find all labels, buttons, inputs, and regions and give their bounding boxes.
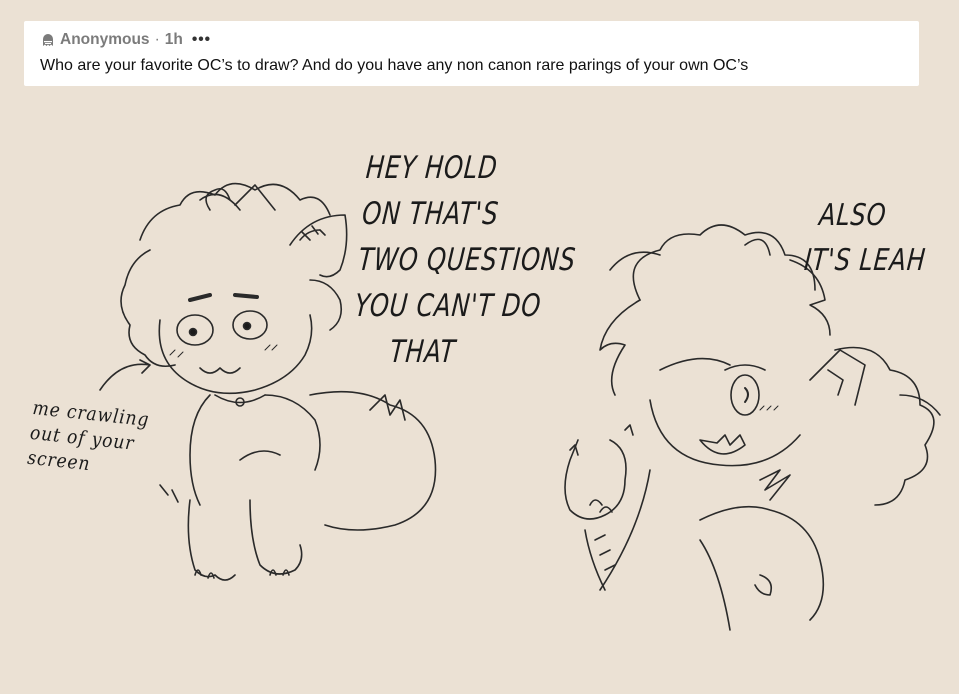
speech-right-line: IT'S LEAH xyxy=(802,243,928,278)
right-character xyxy=(564,224,941,631)
speech-text-right: ALSO IT'S LEAH xyxy=(802,193,931,283)
speech-left-line: TWO QUESTIONS xyxy=(357,242,578,278)
speech-text-left: HEY HOLD ON THAT'S TWO QUESTIONS YOU CAN… xyxy=(349,145,585,375)
speech-right-line: ALSO xyxy=(817,198,888,233)
speech-left-line: THAT xyxy=(388,334,458,370)
speech-left-line: YOU CAN'T DO xyxy=(353,288,543,324)
note-text: me crawling out of your screen xyxy=(26,396,150,483)
speech-left-line: ON THAT'S xyxy=(360,196,501,232)
arrow xyxy=(99,359,151,391)
speech-left-line: HEY HOLD xyxy=(364,150,500,186)
